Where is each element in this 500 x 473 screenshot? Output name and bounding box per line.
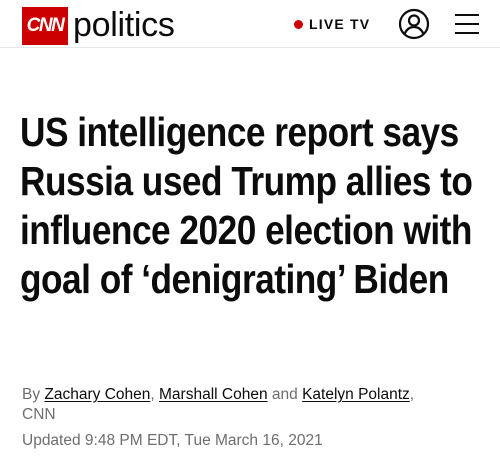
author-link[interactable]: Zachary Cohen [44, 386, 150, 403]
cnn-logo[interactable]: CNN [22, 7, 68, 45]
live-tv-button[interactable]: LIVE TV [294, 14, 370, 34]
article-timestamp: Updated 9:48 PM EDT, Tue March 16, 2021 [22, 432, 323, 449]
author-link[interactable]: Katelyn Polantz [302, 386, 410, 403]
live-tv-label: LIVE TV [309, 16, 371, 32]
byline-prefix: By [22, 386, 41, 403]
byline-outlet: CNN [22, 406, 56, 423]
article-headline: US intelligence report says Russia used … [20, 109, 473, 302]
site-header: CNN politics LIVE TV [0, 0, 500, 48]
byline-separator: , [150, 386, 155, 403]
article-byline: By Zachary Cohen, Marshall Cohen and Kat… [22, 385, 482, 425]
live-indicator-icon [294, 19, 303, 29]
byline-separator: , [409, 386, 415, 403]
byline-separator: and [271, 386, 298, 403]
hamburger-menu-icon[interactable] [455, 13, 479, 35]
author-link[interactable]: Marshall Cohen [159, 386, 268, 403]
cnn-logo-text: CNN [26, 15, 65, 36]
section-title[interactable]: politics [73, 4, 175, 46]
user-circle-icon[interactable] [398, 8, 430, 40]
